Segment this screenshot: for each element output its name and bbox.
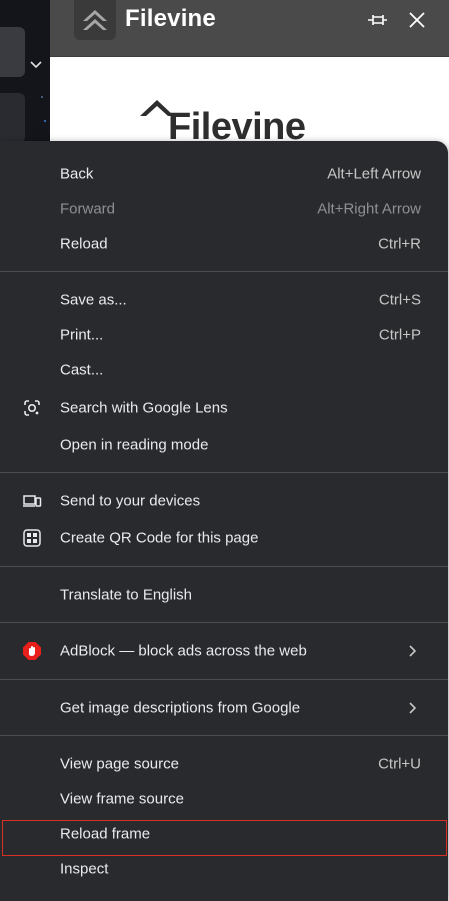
menu-item-reading-mode[interactable]: Open in reading mode: [0, 428, 448, 462]
google-lens-icon: [24, 400, 40, 416]
menu-item-cast[interactable]: Cast...: [0, 353, 448, 387]
menu-separator: [0, 271, 448, 272]
menu-separator: [0, 622, 448, 623]
qr-code-icon: [23, 529, 41, 547]
menu-item-shortcut: Alt+Right Arrow: [317, 200, 421, 218]
menu-item-label: Create QR Code for this page: [60, 529, 259, 547]
menu-item-image-descriptions[interactable]: Get image descriptions from Google: [0, 691, 448, 725]
menu-item-google-lens[interactable]: Search with Google Lens: [0, 391, 448, 425]
menu-item-label: View page source: [60, 755, 179, 773]
background-tab-secondary: [0, 93, 25, 143]
menu-item-reload[interactable]: Reload Ctrl+R: [0, 227, 448, 261]
background-tab: [0, 27, 25, 77]
menu-separator: [0, 735, 448, 736]
menu-item-label: Cast...: [60, 361, 104, 379]
menu-item-view-page-source[interactable]: View page source Ctrl+U: [0, 747, 448, 781]
menu-item-label: Save as...: [60, 291, 127, 309]
menu-item-label: Open in reading mode: [60, 436, 209, 454]
menu-item-save-as[interactable]: Save as... Ctrl+S: [0, 283, 448, 317]
menu-item-shortcut: Ctrl+R: [378, 235, 421, 253]
decor-dot: [44, 120, 46, 122]
menu-item-adblock[interactable]: AdBlock — block ads across the web: [0, 634, 448, 668]
menu-separator: [0, 566, 448, 567]
context-menu: Back Alt+Left Arrow Forward Alt+Right Ar…: [0, 141, 448, 901]
highlight-box: [2, 820, 447, 856]
devices-icon: [23, 495, 42, 507]
menu-item-label: Inspect: [60, 860, 109, 878]
menu-item-label: Send to your devices: [60, 492, 201, 510]
menu-item-label: Forward: [60, 200, 116, 218]
pin-icon[interactable]: [366, 10, 388, 30]
menu-item-label: Translate to English: [60, 586, 193, 604]
menu-item-label: Print...: [60, 326, 104, 344]
menu-item-label: Reload: [60, 235, 108, 253]
menu-item-shortcut: Ctrl+U: [378, 755, 421, 773]
menu-item-shortcut: Alt+Left Arrow: [327, 165, 421, 183]
close-icon[interactable]: [407, 10, 427, 30]
adblock-icon: [23, 642, 41, 660]
app-title: Filevine: [125, 5, 216, 32]
menu-item-back[interactable]: Back Alt+Left Arrow: [0, 157, 448, 191]
decor-dot: [41, 96, 43, 98]
menu-item-print[interactable]: Print... Ctrl+P: [0, 318, 448, 352]
chevron-down-icon[interactable]: [29, 57, 43, 71]
menu-separator: [0, 679, 448, 680]
menu-item-label: View frame source: [60, 790, 184, 808]
menu-item-qr-code[interactable]: Create QR Code for this page: [0, 521, 448, 555]
menu-item-shortcut: Ctrl+S: [378, 291, 421, 309]
filevine-logo-icon: [74, 0, 116, 40]
menu-item-forward[interactable]: Forward Alt+Right Arrow: [0, 192, 448, 226]
menu-item-label: Get image descriptions from Google: [60, 699, 301, 717]
app-title-bar: Filevine: [50, 0, 449, 57]
menu-item-shortcut: Ctrl+P: [378, 326, 421, 344]
menu-item-view-frame-source[interactable]: View frame source: [0, 782, 448, 816]
menu-item-send-to-devices[interactable]: Send to your devices: [0, 484, 448, 518]
menu-item-translate[interactable]: Translate to English: [0, 578, 448, 612]
chevron-right-icon: [409, 702, 417, 714]
menu-item-label: AdBlock — block ads across the web: [60, 642, 307, 660]
chevron-right-icon: [409, 645, 417, 657]
menu-item-inspect[interactable]: Inspect: [0, 852, 448, 886]
menu-item-label: Search with Google Lens: [60, 399, 228, 417]
menu-item-label: Back: [60, 165, 94, 183]
menu-separator: [0, 472, 448, 473]
